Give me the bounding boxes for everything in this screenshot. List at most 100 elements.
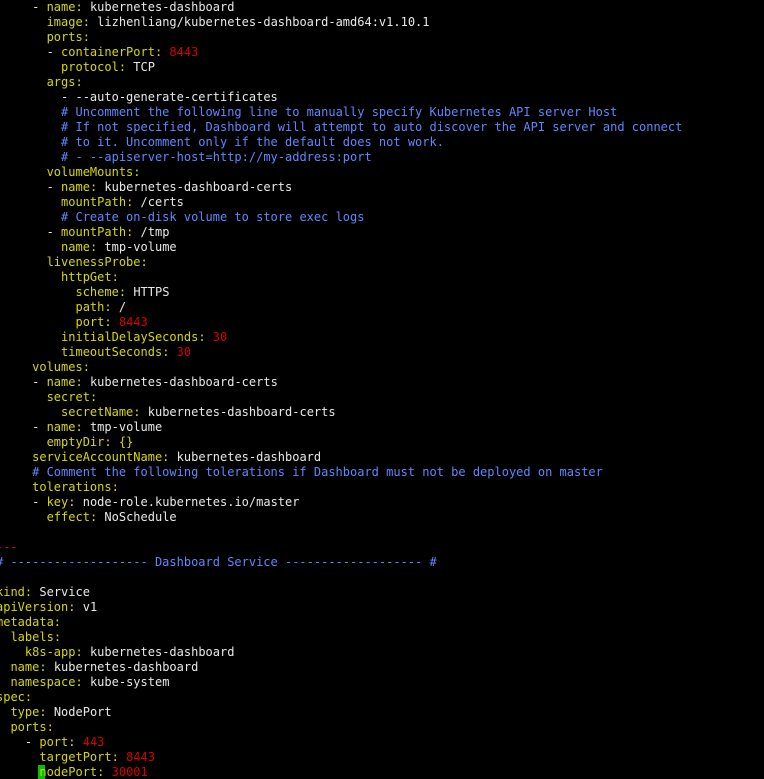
code-line[interactable]: mountPath: /certs: [0, 195, 184, 210]
list-dash: -: [32, 420, 47, 434]
yaml-colon: :: [46, 720, 54, 734]
yaml-key: name: [46, 420, 76, 434]
terminal-window[interactable]: - name: kubernetes-dashboard image: lizh…: [0, 0, 764, 779]
yaml-value: 30001: [111, 765, 148, 779]
yaml-key: effect: [46, 510, 90, 524]
yaml-value: NodePort: [53, 705, 112, 719]
yaml-key: port: [39, 735, 69, 749]
code-line[interactable]: k8s-app: kubernetes-dashboard: [0, 645, 235, 660]
code-line[interactable]: - --auto-generate-certificates: [0, 90, 278, 105]
yaml-value: TCP: [133, 60, 155, 74]
code-line[interactable]: # Create on-disk volume to store exec lo…: [0, 210, 364, 225]
list-dash: -: [61, 90, 76, 104]
code-line[interactable]: args:: [0, 75, 83, 90]
yaml-colon: :: [89, 180, 98, 194]
code-line[interactable]: # Comment the following tolerations if D…: [0, 465, 603, 480]
code-line[interactable]: ports:: [0, 30, 90, 45]
code-line[interactable]: labels:: [0, 630, 61, 645]
code-line[interactable]: protocol: TCP: [0, 60, 155, 75]
yaml-value: kubernetes-dashboard: [53, 660, 199, 674]
code-line[interactable]: namespace: kube-system: [0, 675, 169, 690]
code-line[interactable]: # to it. Uncomment only if the default d…: [0, 135, 444, 150]
yaml-value: --auto-generate-certificates: [75, 90, 278, 104]
code-line[interactable]: initialDelaySeconds: 30: [0, 330, 227, 345]
yaml-key: key: [46, 495, 69, 509]
code-line[interactable]: - name: kubernetes-dashboard-certs: [0, 375, 278, 390]
code-line[interactable]: secret:: [0, 390, 98, 405]
code-line[interactable]: - mountPath: /tmp: [0, 225, 170, 240]
yaml-value: 8443: [126, 750, 155, 764]
yaml-key: volumeMounts: [46, 165, 134, 179]
yaml-colon: :: [104, 300, 112, 314]
yaml-colon: :: [68, 735, 76, 749]
yaml-colon: :: [154, 45, 163, 59]
yaml-key: name: [46, 0, 76, 14]
code-line[interactable]: volumes:: [0, 360, 90, 375]
code-line[interactable]: volumeMounts:: [0, 165, 141, 180]
code-line[interactable]: - name: kubernetes-dashboard-certs: [0, 180, 293, 195]
code-line[interactable]: - name: kubernetes-dashboard: [0, 0, 234, 15]
code-line[interactable]: emptyDir: {}: [0, 435, 134, 450]
yaml-value: kubernetes-dashboard-certs: [147, 405, 336, 419]
code-line[interactable]: serviceAccountName: kubernetes-dashboard: [0, 450, 321, 465]
yaml-colon: :: [133, 165, 141, 179]
yaml-colon: :: [75, 0, 83, 14]
yaml-key: protocol: [61, 60, 119, 74]
code-line[interactable]: targetPort: 8443: [0, 750, 155, 765]
yaml-comment: # Comment the following tolerations if D…: [32, 465, 603, 479]
code-line[interactable]: ---: [0, 540, 18, 555]
yaml-colon: :: [89, 510, 98, 524]
code-line[interactable]: name: kubernetes-dashboard: [0, 660, 198, 675]
code-line[interactable]: apiVersion: v1: [0, 600, 97, 615]
code-line[interactable]: # - --apiserver-host=http://my-address:p…: [0, 150, 372, 165]
yaml-colon: :: [111, 270, 119, 284]
yaml-key: targetPort: [39, 750, 112, 764]
yaml-key: containerPort: [61, 45, 155, 59]
yaml-comment: # If not specified, Dashboard will attem…: [61, 120, 683, 134]
yaml-value: HTTPS: [133, 285, 170, 299]
yaml-value: kubernetes-dashboard: [176, 450, 322, 464]
code-line[interactable]: - containerPort: 8443: [0, 45, 199, 60]
list-dash: -: [32, 0, 47, 14]
code-line[interactable]: # Uncomment the following line to manual…: [0, 105, 617, 120]
code-line[interactable]: nodePort: 30001: [0, 765, 148, 779]
yaml-colon: :: [104, 315, 112, 329]
yaml-value: kubernetes-dashboard: [89, 645, 235, 659]
list-dash: -: [46, 225, 62, 239]
yaml-colon: :: [133, 405, 141, 419]
code-line[interactable]: port: 8443: [0, 315, 148, 330]
code-line[interactable]: image: lizhenliang/kubernetes-dashboard-…: [0, 15, 430, 30]
code-line[interactable]: ports:: [0, 720, 54, 735]
code-line[interactable]: timeoutSeconds: 30: [0, 345, 191, 360]
code-line[interactable]: kind: Service: [0, 585, 90, 600]
yaml-value: 30: [176, 345, 192, 359]
code-line[interactable]: name: tmp-volume: [0, 240, 177, 255]
code-line[interactable]: tolerations:: [0, 480, 119, 495]
code-line[interactable]: # ------------------- Dashboard Service …: [0, 555, 437, 570]
yaml-key: labels: [10, 630, 54, 644]
code-line[interactable]: type: NodePort: [0, 705, 112, 720]
code-line[interactable]: path: /: [0, 300, 126, 315]
code-line[interactable]: httpGet:: [0, 270, 119, 285]
code-line[interactable]: effect: NoSchedule: [0, 510, 177, 525]
yaml-value: tmp-volume: [104, 240, 177, 254]
code-line[interactable]: metadata:: [0, 615, 61, 630]
yaml-colon: :: [97, 765, 105, 779]
yaml-key: secretName: [61, 405, 134, 419]
code-line[interactable]: secretName: kubernetes-dashboard-certs: [0, 405, 336, 420]
code-line[interactable]: livenessProbe:: [0, 255, 148, 270]
yaml-colon: :: [24, 585, 33, 599]
code-line[interactable]: - key: node-role.kubernetes.io/master: [0, 495, 299, 510]
yaml-key: tolerations: [32, 480, 112, 494]
list-dash: -: [24, 735, 40, 749]
yaml-value: /certs: [140, 195, 184, 209]
yaml-value: 8443: [118, 315, 148, 329]
yaml-colon: :: [104, 435, 112, 449]
code-line[interactable]: - name: tmp-volume: [0, 420, 162, 435]
code-line[interactable]: spec:: [0, 690, 32, 705]
yaml-colon: :: [82, 30, 90, 44]
yaml-colon: :: [118, 60, 127, 74]
code-line[interactable]: scheme: HTTPS: [0, 285, 169, 300]
code-line[interactable]: - port: 443: [0, 735, 105, 750]
code-line[interactable]: # If not specified, Dashboard will attem…: [0, 120, 682, 135]
